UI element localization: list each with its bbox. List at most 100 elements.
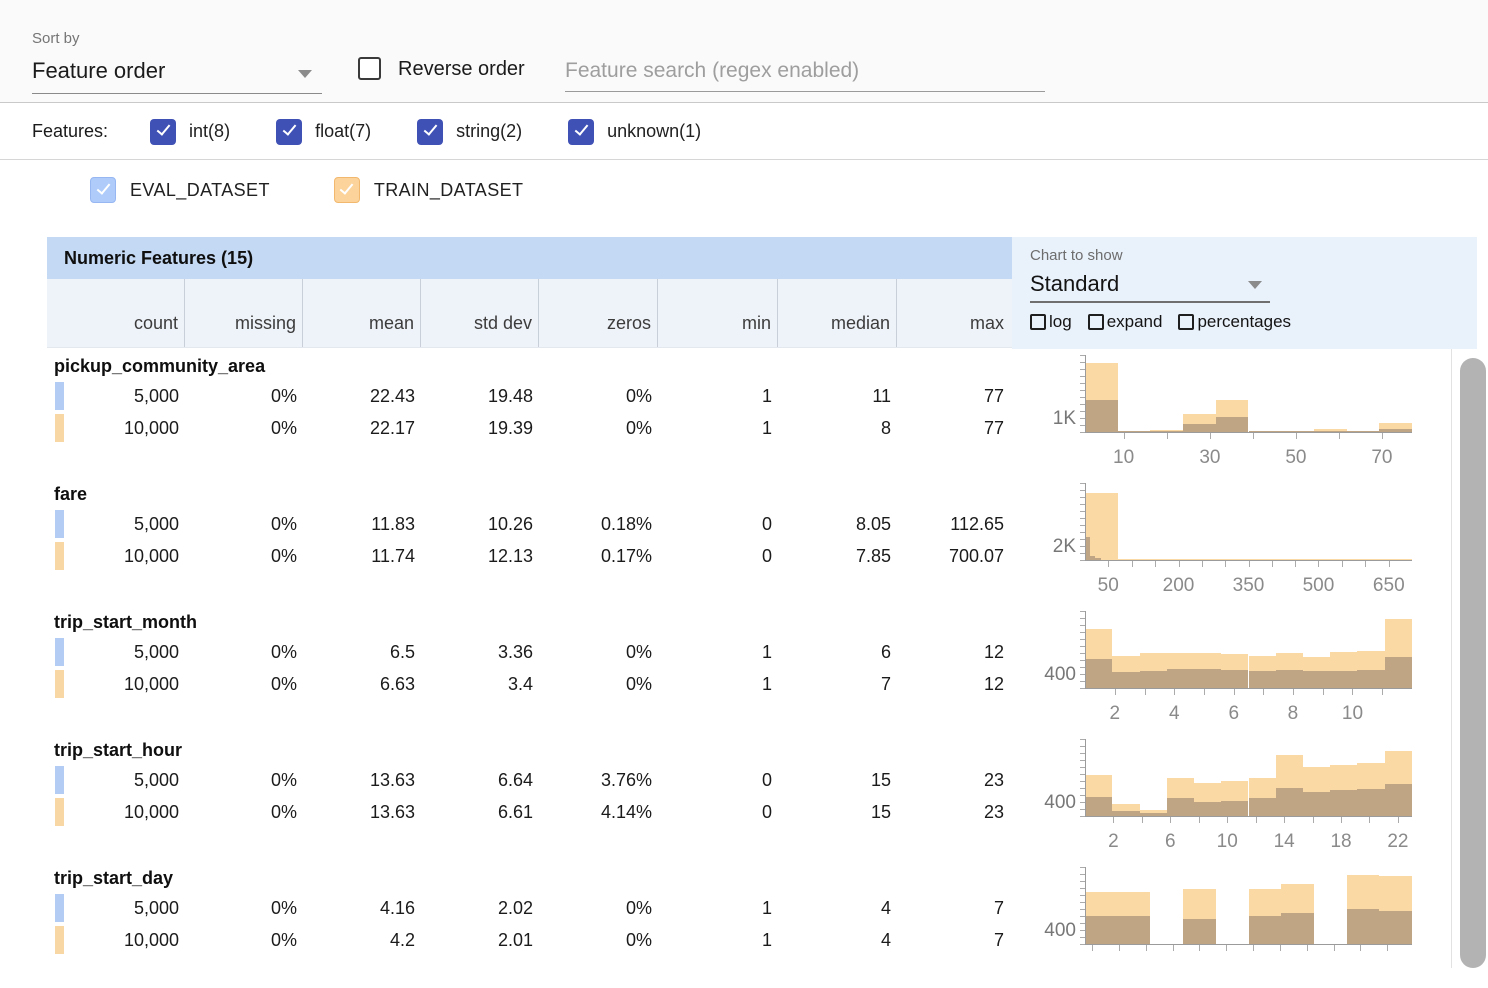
- y-axis-tick: [1080, 490, 1085, 491]
- histogram-bar-eval: [1330, 790, 1357, 816]
- table-row: 10,0000%13.636.614.14%01523: [47, 796, 1012, 828]
- stat-cell-median: 15: [778, 802, 897, 823]
- y-axis-tick: [1080, 888, 1085, 889]
- chart-type-value: Standard: [1030, 271, 1119, 297]
- x-axis-tick: [1272, 561, 1273, 567]
- stat-cell-zeros: 0%: [539, 642, 658, 663]
- stat-cell-std-dev: 19.48: [421, 386, 539, 407]
- checkbox-unchecked[interactable]: [1178, 314, 1194, 330]
- x-axis-tick: [1155, 561, 1156, 567]
- vertical-scrollbar-thumb[interactable]: [1460, 358, 1486, 968]
- chart-option-log[interactable]: log: [1030, 312, 1072, 332]
- stat-cell-median: 6: [778, 642, 897, 663]
- x-axis-tick: [1092, 945, 1093, 951]
- stat-cell-median: 11: [778, 386, 897, 407]
- feature-type-filter-unknown[interactable]: unknown(1): [568, 119, 701, 145]
- histogram-bar-eval: [1249, 798, 1276, 816]
- checkbox-checked[interactable]: [568, 119, 594, 145]
- y-axis: [1085, 739, 1086, 817]
- chart-option-percentages[interactable]: percentages: [1178, 312, 1291, 332]
- y-axis-tick: [1080, 532, 1085, 533]
- checkbox-checked[interactable]: [276, 119, 302, 145]
- checkbox-checked[interactable]: [150, 119, 176, 145]
- chevron-down-icon: [1248, 281, 1262, 289]
- checkbox-checked[interactable]: [90, 177, 116, 203]
- feature-name: trip_start_day: [47, 860, 1012, 892]
- stat-cell-median: 8: [778, 418, 897, 439]
- dataset-toggle-train_dataset[interactable]: TRAIN_DATASET: [334, 177, 524, 203]
- feature-row-pickup_community_area: pickup_community_area5,0000%22.4319.480%…: [47, 348, 1012, 476]
- stat-cell-mean: 13.63: [303, 770, 421, 791]
- feature-type-filter-float[interactable]: float(7): [276, 119, 371, 145]
- histogram-bar-eval: [1085, 400, 1118, 432]
- stat-cell-missing: 0%: [185, 418, 303, 439]
- checkbox-checked[interactable]: [417, 119, 443, 145]
- x-axis-tick-label: 6: [1228, 703, 1239, 725]
- column-header-min: min: [658, 279, 778, 347]
- filter-label: string(2): [456, 121, 522, 142]
- chart-type-dropdown[interactable]: Standard: [1030, 267, 1270, 303]
- x-axis-tick: [1293, 689, 1294, 695]
- sort-by-dropdown[interactable]: Feature order: [32, 54, 322, 94]
- reverse-order-checkbox[interactable]: [358, 57, 381, 80]
- x-axis-tick: [1174, 689, 1175, 695]
- stat-cell-missing: 0%: [185, 770, 303, 791]
- table-row: 5,0000%11.8310.260.18%08.05112.65: [47, 508, 1012, 540]
- check-icon: [340, 180, 354, 194]
- table-row: 5,0000%4.162.020%147: [47, 892, 1012, 924]
- stat-cell-max: 700.07: [897, 546, 1010, 567]
- dataset-color-marker: [55, 798, 64, 826]
- feature-search-input[interactable]: [565, 50, 1045, 92]
- x-axis-tick: [1170, 817, 1171, 823]
- y-axis-tick: [1080, 802, 1085, 803]
- x-axis-tick: [1341, 817, 1342, 823]
- dataset-legend: EVAL_DATASET TRAIN_DATASET: [90, 161, 587, 219]
- x-axis-tick: [1146, 945, 1147, 951]
- histogram-bar-eval: [1183, 424, 1216, 432]
- histogram-bar-eval: [1379, 911, 1412, 944]
- stat-cell-std-dev: 19.39: [421, 418, 539, 439]
- chart-option-expand[interactable]: expand: [1088, 312, 1163, 332]
- stat-cell-min: 1: [658, 930, 778, 951]
- stat-cell-count: 10,000: [47, 930, 185, 951]
- checkbox-unchecked[interactable]: [1030, 314, 1046, 330]
- histogram-bar-eval: [1216, 417, 1249, 432]
- y-axis-tick: [1080, 411, 1085, 412]
- checkbox-unchecked[interactable]: [1088, 314, 1104, 330]
- chart-option-label: percentages: [1197, 312, 1291, 332]
- x-axis-tick: [1124, 433, 1125, 439]
- x-axis-tick-label: 70: [1371, 447, 1392, 469]
- y-axis-tick: [1080, 902, 1085, 903]
- stat-cell-max: 23: [897, 770, 1010, 791]
- histogram-trip_start_month: 400246810: [1020, 604, 1452, 732]
- histogram-bar-eval: [1347, 909, 1380, 944]
- stat-cell-count: 10,000: [47, 802, 185, 823]
- y-axis-tick: [1080, 674, 1085, 675]
- x-axis: [1085, 944, 1412, 945]
- stat-cell-mean: 22.43: [303, 386, 421, 407]
- x-axis-tick: [1256, 817, 1257, 823]
- y-axis-tick: [1080, 874, 1085, 875]
- dataset-color-marker: [55, 382, 64, 410]
- x-axis-tick: [1263, 689, 1264, 695]
- histogram-bar-eval: [1276, 670, 1303, 688]
- x-axis-tick-label: 650: [1373, 575, 1405, 597]
- feature-name: fare: [47, 476, 1012, 508]
- stat-cell-min: 0: [658, 546, 778, 567]
- x-axis-tick: [1226, 945, 1227, 951]
- histogram-bar-eval: [1221, 670, 1248, 688]
- reverse-order-label: Reverse order: [398, 58, 525, 81]
- numeric-features-table: pickup_community_area5,0000%22.4319.480%…: [47, 348, 1012, 988]
- dataset-label: EVAL_DATASET: [130, 180, 270, 201]
- feature-type-filter-string[interactable]: string(2): [417, 119, 522, 145]
- stat-cell-median: 15: [778, 770, 897, 791]
- histogram-bar-eval: [1221, 801, 1248, 816]
- checkbox-checked[interactable]: [334, 177, 360, 203]
- y-axis-tick: [1080, 667, 1085, 668]
- dataset-toggle-eval_dataset[interactable]: EVAL_DATASET: [90, 177, 270, 203]
- y-axis-tick: [1080, 355, 1085, 356]
- feature-type-filter-int[interactable]: int(8): [150, 119, 230, 145]
- histogram-bar-eval: [1194, 669, 1221, 688]
- stat-cell-count: 5,000: [47, 770, 185, 791]
- y-axis-tick: [1080, 625, 1085, 626]
